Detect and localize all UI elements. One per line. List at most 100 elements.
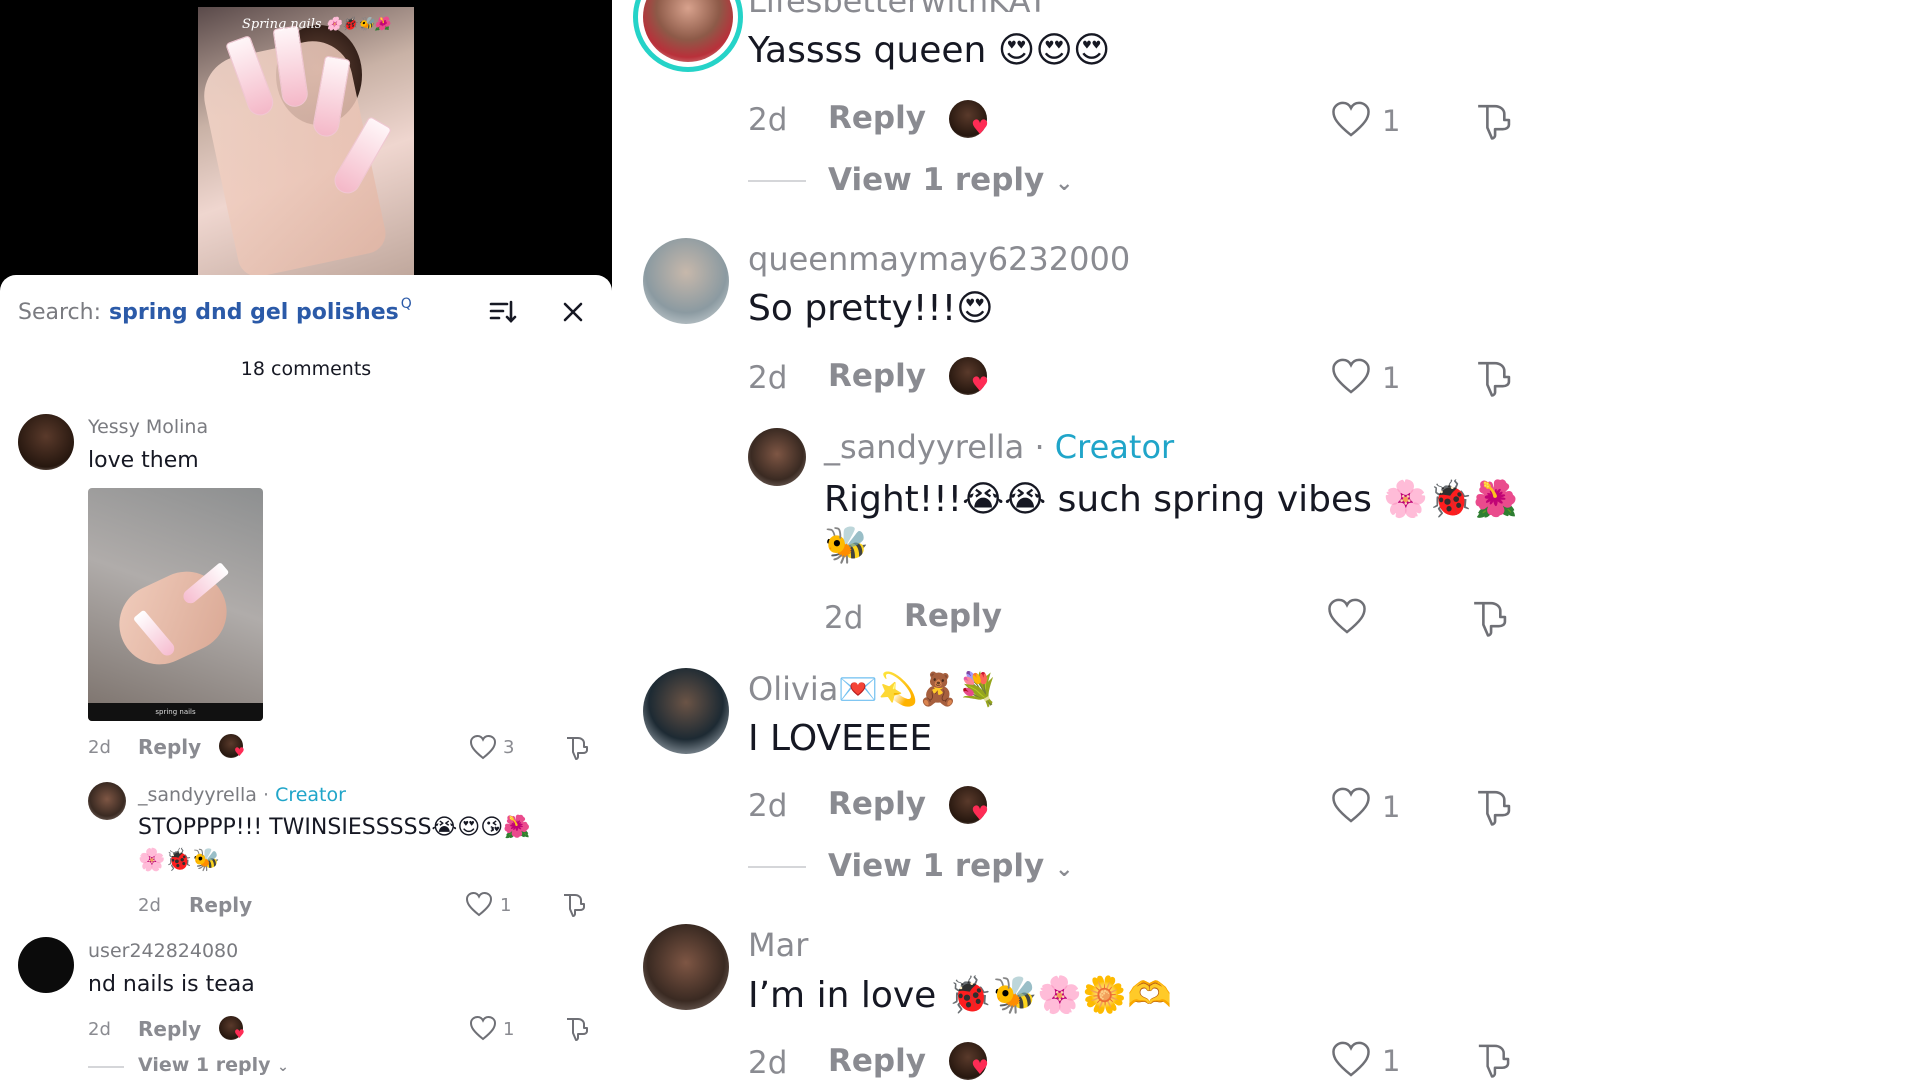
heart-icon[interactable]: [1330, 786, 1372, 824]
reply-button[interactable]: Reply: [904, 598, 1002, 634]
comment-text: I’m in love 🐞🐝🌸🌼🫶: [748, 975, 1172, 1016]
comment-image[interactable]: spring nails: [88, 488, 263, 721]
comment-username[interactable]: Olivia💌💫🧸💐: [748, 670, 998, 708]
like-count: 1: [1382, 104, 1401, 138]
comment-text: STOPPPP!!! TWINSIESSSSS😭😍😘🌺: [138, 815, 531, 840]
heart-icon[interactable]: [469, 734, 497, 760]
like-count: 1: [1382, 1044, 1401, 1078]
comment-text-line2: 🌸🐞🐝: [138, 848, 221, 873]
view-replies-button[interactable]: View 1 reply ⌄: [828, 848, 1073, 884]
view-replies-label: View 1 reply: [138, 1054, 271, 1076]
like-count: 1: [500, 895, 512, 916]
comment-time: 2d: [748, 1045, 788, 1080]
like-count: 1: [503, 1019, 515, 1040]
view-replies-button[interactable]: View 1 reply ⌄: [138, 1054, 289, 1076]
dislike-icon[interactable]: [563, 1015, 589, 1041]
creator-badge: Creator: [1054, 428, 1175, 466]
comment-username[interactable]: Mar: [748, 926, 808, 964]
heart-badge-icon: ♥: [971, 801, 989, 825]
comment-time: 2d: [138, 895, 161, 916]
comment-time: 2d: [88, 737, 111, 758]
avatar[interactable]: [643, 668, 729, 754]
left-panel: Spring nails 🌸🐞🐝🌺 Search: spring dnd gel…: [0, 0, 612, 1080]
view-replies-line: [748, 866, 806, 868]
heart-icon[interactable]: [1330, 100, 1372, 138]
separator: ·: [1034, 428, 1045, 466]
image-label: spring nails: [88, 703, 263, 721]
view-replies-line: [748, 180, 806, 182]
avatar[interactable]: [88, 782, 126, 820]
heart-icon[interactable]: [469, 1015, 497, 1041]
view-replies-line: [88, 1066, 124, 1068]
comment-time: 2d: [748, 360, 788, 396]
reply-button[interactable]: Reply: [828, 786, 926, 822]
avatar[interactable]: [643, 238, 729, 324]
dislike-icon[interactable]: [1472, 1040, 1512, 1078]
right-panel: LifesbetterwithKAT Yassss queen 😍😍😍 2d R…: [612, 0, 1920, 1080]
comment-text: Yassss queen 😍😍😍: [748, 30, 1111, 71]
avatar[interactable]: [748, 428, 806, 486]
comment-text: nd nails is teaa: [88, 972, 255, 997]
heart-badge-icon: ♥: [234, 745, 245, 759]
close-icon[interactable]: [558, 297, 588, 327]
comment-username[interactable]: _sandyyrella: [824, 428, 1024, 466]
dislike-icon[interactable]: [563, 734, 589, 760]
separator: ·: [262, 784, 270, 806]
comment-username[interactable]: queenmaymay6232000: [748, 240, 1130, 278]
heart-badge-icon: ♥: [971, 115, 989, 139]
search-icon: Q: [400, 296, 412, 312]
chevron-down-icon: ⌄: [1055, 857, 1074, 882]
comments-count: 18 comments: [240, 358, 372, 380]
dislike-icon[interactable]: [1472, 786, 1512, 826]
comment-time: 2d: [748, 102, 788, 138]
reply-button[interactable]: Reply: [138, 1017, 201, 1041]
creator-badge: Creator: [275, 784, 346, 806]
avatar[interactable]: [643, 924, 729, 1010]
reply-button[interactable]: Reply: [828, 358, 926, 394]
dislike-icon[interactable]: [1468, 597, 1508, 637]
heart-badge-icon: ♥: [971, 1055, 989, 1079]
heart-badge-icon: ♥: [234, 1027, 245, 1041]
dislike-icon[interactable]: [1472, 357, 1512, 397]
view-replies-button[interactable]: View 1 reply ⌄: [828, 162, 1073, 198]
heart-icon[interactable]: [1330, 357, 1372, 395]
reply-button[interactable]: Reply: [828, 1043, 926, 1079]
sort-icon[interactable]: [488, 297, 518, 327]
comment-username[interactable]: Yessy Molina: [88, 416, 208, 438]
avatar[interactable]: [18, 414, 74, 470]
chevron-down-icon: ⌄: [1055, 171, 1074, 196]
comment-time: 2d: [748, 788, 788, 824]
video-thumbnail[interactable]: Spring nails 🌸🐞🐝🌺: [198, 7, 414, 277]
search-prefix: Search:: [18, 299, 101, 325]
comment-time: 2d: [88, 1019, 111, 1040]
dislike-icon[interactable]: [1472, 100, 1512, 140]
comment-text-line2: 🐝: [824, 525, 869, 566]
comment-text: Right!!!😭😭 such spring vibes 🌸🐞🌺: [824, 479, 1518, 520]
comment-header: _sandyyrella · Creator: [138, 784, 346, 806]
view-replies-label: View 1 reply: [828, 848, 1045, 884]
heart-icon[interactable]: [465, 891, 493, 917]
avatar[interactable]: [18, 937, 74, 993]
comment-username[interactable]: user242824080: [88, 940, 238, 962]
video-caption: Spring nails 🌸🐞🐝🌺: [242, 17, 391, 32]
like-count: 3: [503, 737, 515, 758]
heart-icon[interactable]: [1330, 1040, 1372, 1078]
search-term-link[interactable]: spring dnd gel polishes: [109, 300, 399, 325]
heart-icon[interactable]: [1326, 597, 1368, 635]
reply-button[interactable]: Reply: [189, 893, 252, 917]
comment-username[interactable]: LifesbetterwithKAT: [748, 0, 1048, 20]
comment-time: 2d: [824, 600, 864, 636]
screenshot-root: Spring nails 🌸🐞🐝🌺 Search: spring dnd gel…: [0, 0, 1920, 1080]
comment-username[interactable]: _sandyyrella: [138, 784, 257, 806]
dislike-icon[interactable]: [560, 891, 586, 917]
reply-button[interactable]: Reply: [138, 735, 201, 759]
heart-badge-icon: ♥: [971, 372, 989, 396]
comment-header: _sandyyrella · Creator: [824, 428, 1174, 466]
like-count: 1: [1382, 790, 1401, 824]
comment-text: love them: [88, 448, 199, 473]
like-count: 1: [1382, 361, 1401, 395]
comment-text: I LOVEEEE: [748, 718, 933, 759]
view-replies-label: View 1 reply: [828, 162, 1045, 198]
search-bar[interactable]: Search: spring dnd gel polishes Q: [18, 296, 412, 327]
reply-button[interactable]: Reply: [828, 100, 926, 136]
